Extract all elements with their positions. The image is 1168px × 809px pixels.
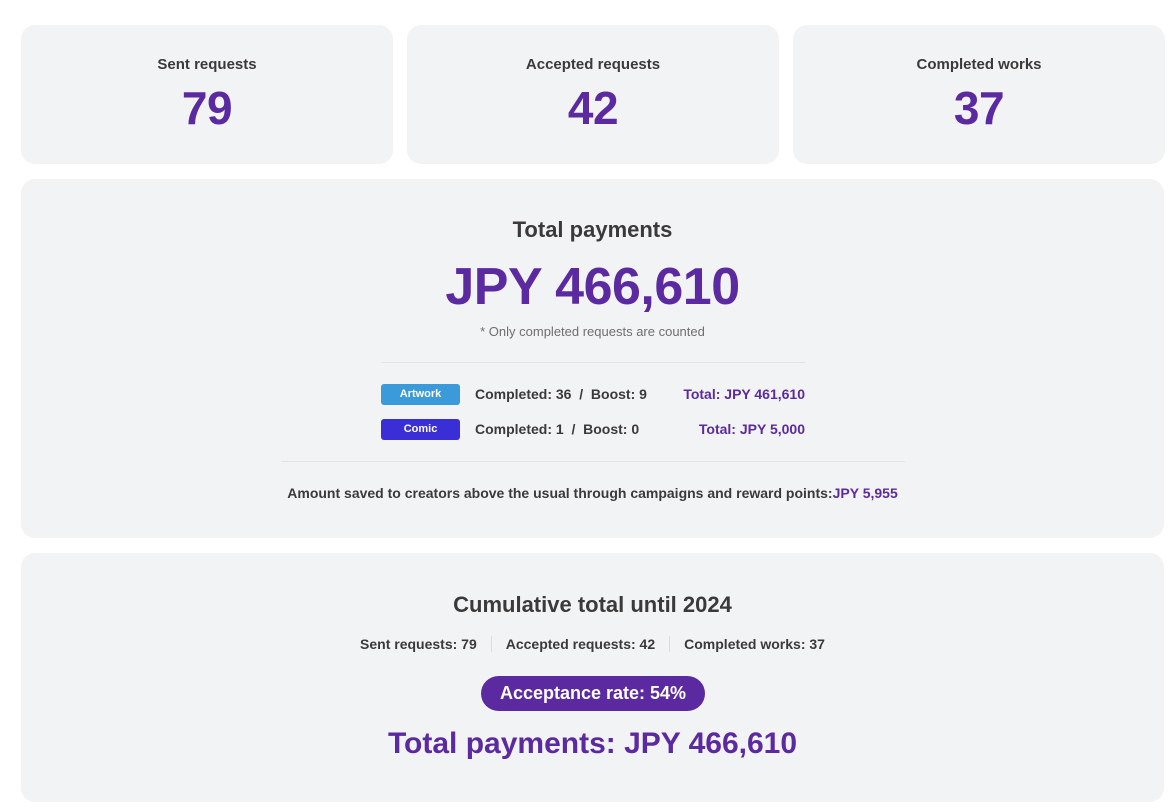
accepted-requests-label: Accepted requests — [525, 56, 661, 73]
divider — [281, 461, 905, 462]
artwork-total: Total: JPY 461,610 — [683, 386, 805, 402]
completed-works-label: Completed works — [916, 56, 1042, 73]
cumulative-total-card: Cumulative total until 2024 Sent request… — [21, 553, 1164, 802]
comic-stats: Completed: 1 / Boost: 0 — [475, 421, 640, 437]
sent-requests-card: Sent requests 79 — [21, 25, 393, 164]
total-payments-card: Total payments JPY 466,610 * Only comple… — [21, 179, 1164, 538]
accepted-requests-card: Accepted requests 42 — [407, 25, 779, 164]
comic-total: Total: JPY 5,000 — [698, 421, 805, 437]
completed-works-value: 37 — [953, 82, 1005, 134]
amount-saved-label: Amount saved to creators above the usual… — [287, 485, 833, 501]
total-payments-amount: JPY 466,610 — [445, 258, 740, 316]
artwork-stats: Completed: 36 / Boost: 9 — [475, 386, 647, 402]
completed-works-card: Completed works 37 — [793, 25, 1165, 164]
sent-requests-value: 79 — [181, 82, 233, 134]
acceptance-rate-badge: Acceptance rate: 54% — [481, 676, 705, 711]
cumulative-accepted: Accepted requests: 42 — [490, 636, 669, 652]
amount-saved-value: JPY 5,955 — [832, 485, 898, 501]
divider — [381, 362, 805, 363]
total-payments-title: Total payments — [512, 217, 673, 242]
cumulative-completed: Completed works: 37 — [669, 636, 839, 652]
comic-badge: Comic — [381, 419, 460, 440]
accepted-requests-value: 42 — [567, 82, 619, 134]
cumulative-stats: Sent requests: 79 Accepted requests: 42 Co… — [21, 636, 1164, 652]
artwork-badge: Artwork — [381, 384, 460, 405]
total-payments-note: * Only completed requests are counted — [480, 324, 705, 339]
comic-row: Comic Completed: 1 / Boost: 0 Total: JPY… — [381, 419, 805, 441]
sent-requests-label: Sent requests — [157, 56, 257, 73]
cumulative-total-payments: Total payments: JPY 466,610 — [387, 727, 798, 760]
cumulative-title: Cumulative total until 2024 — [453, 592, 732, 617]
artwork-row: Artwork Completed: 36 / Boost: 9 Total: … — [381, 384, 805, 406]
cumulative-sent: Sent requests: 79 — [360, 636, 477, 652]
amount-saved-text: Amount saved to creators above the usual… — [21, 485, 1164, 501]
